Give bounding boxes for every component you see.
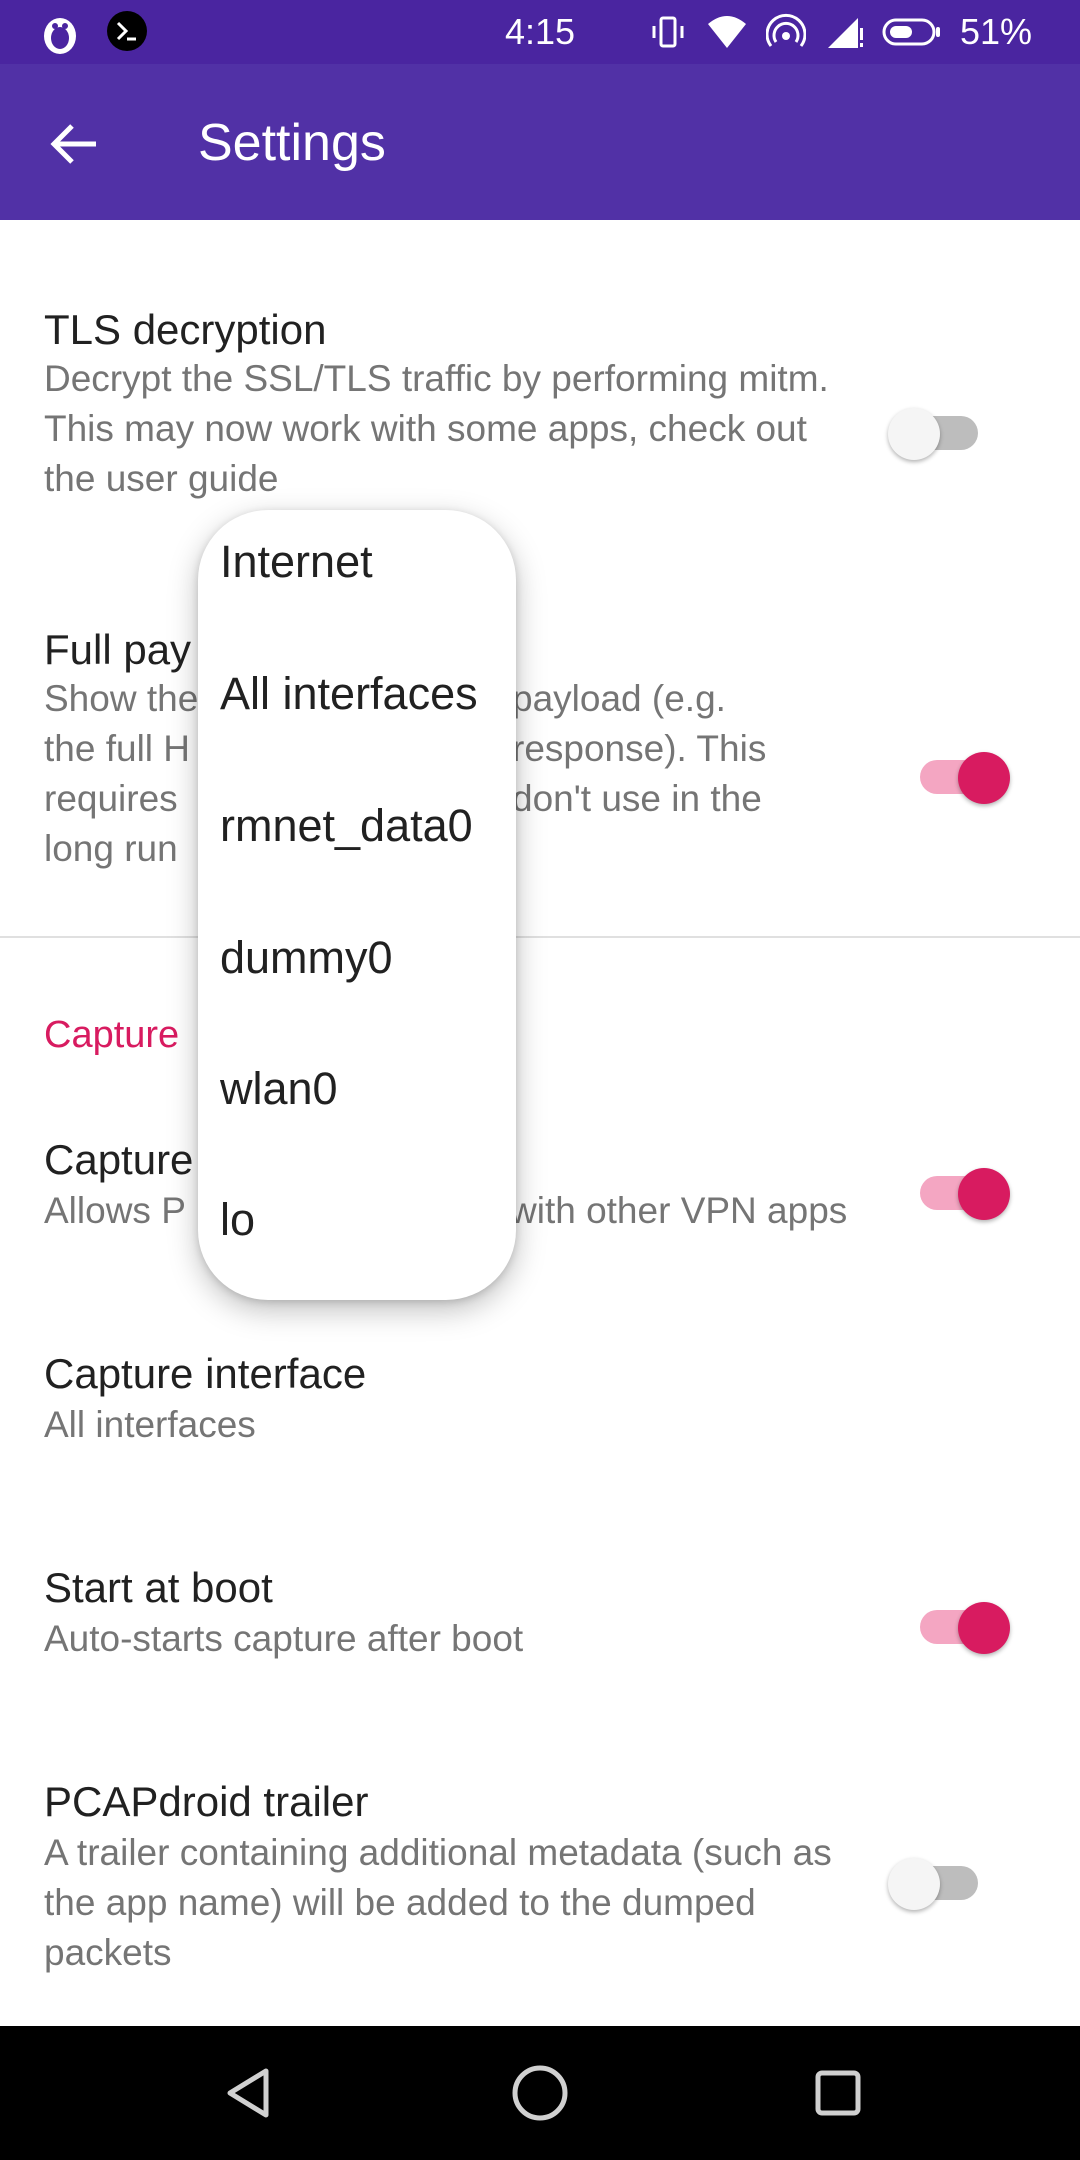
signal-icon bbox=[827, 18, 863, 48]
switch-thumb bbox=[958, 752, 1010, 804]
back-triangle-icon[interactable] bbox=[216, 2061, 280, 2125]
pref-summary: Decrypt the SSL/TLS traffic by performin… bbox=[44, 358, 829, 499]
page-title: Settings bbox=[198, 114, 386, 172]
status-time: 4:15 bbox=[505, 11, 576, 52]
back-arrow-icon[interactable] bbox=[44, 114, 104, 174]
boot-switch[interactable] bbox=[914, 1602, 1010, 1654]
battery-icon bbox=[882, 18, 940, 46]
pref-pcapdroid-trailer[interactable]: PCAPdroid trailer A trailer containing a… bbox=[0, 1772, 1080, 2002]
terminal-icon bbox=[107, 11, 147, 51]
menu-item-all-interfaces[interactable]: All interfaces bbox=[220, 666, 478, 722]
tls-switch[interactable] bbox=[888, 408, 984, 460]
settings-list: TLS decryption Decrypt the SSL/TLS traff… bbox=[0, 220, 1080, 2026]
interface-dropdown-menu: Internet All interfaces rmnet_data0 dumm… bbox=[198, 510, 516, 1300]
menu-item-lo[interactable]: lo bbox=[220, 1192, 255, 1248]
summary-line: payload (e.g. bbox=[512, 678, 726, 719]
payload-switch[interactable] bbox=[914, 752, 1010, 804]
pref-capture-interface[interactable]: Capture interface All interfaces bbox=[0, 1344, 1080, 1494]
menu-item-rmnet-data0[interactable]: rmnet_data0 bbox=[220, 798, 473, 854]
navigation-bar bbox=[0, 2026, 1080, 2160]
summary-line: don't use in the bbox=[512, 778, 762, 819]
divider bbox=[0, 936, 1080, 938]
pref-summary: All interfaces bbox=[44, 1404, 256, 1445]
trailer-switch[interactable] bbox=[888, 1858, 984, 1910]
battery-percent: 51% bbox=[959, 11, 1032, 52]
status-bar: 4:15 51% bbox=[0, 0, 1080, 64]
menu-item-internet[interactable]: Internet bbox=[220, 534, 373, 590]
switch-thumb bbox=[888, 408, 940, 460]
pref-full-payload[interactable]: Full pay Show the the full H requires lo… bbox=[0, 620, 1080, 910]
pref-summary-right: payload (e.g. response). This don't use … bbox=[512, 674, 872, 824]
pref-title: Full pay bbox=[44, 626, 192, 673]
pref-title: PCAPdroid trailer bbox=[44, 1778, 369, 1825]
summary-line: response). This bbox=[512, 728, 767, 769]
switch-thumb bbox=[958, 1168, 1010, 1220]
pref-title: Start at boot bbox=[44, 1564, 273, 1611]
pref-title: Capture bbox=[44, 1136, 194, 1183]
penguin-icon bbox=[44, 18, 76, 54]
section-header-capture: Capture bbox=[44, 1014, 180, 1056]
pref-summary: A trailer containing additional metadata… bbox=[44, 1832, 832, 1973]
pref-start-at-boot[interactable]: Start at boot Auto-starts capture after … bbox=[0, 1558, 1080, 1708]
vpn-switch[interactable] bbox=[914, 1168, 1010, 1220]
pref-tls-decryption[interactable]: TLS decryption Decrypt the SSL/TLS traff… bbox=[0, 300, 1080, 530]
home-circle-icon[interactable] bbox=[508, 2061, 572, 2125]
recents-square-icon[interactable] bbox=[806, 2061, 870, 2125]
menu-item-dummy0[interactable]: dummy0 bbox=[220, 930, 393, 986]
switch-thumb bbox=[958, 1602, 1010, 1654]
pref-title: Capture interface bbox=[44, 1350, 367, 1397]
pref-title: TLS decryption bbox=[44, 306, 327, 353]
pref-capture-vpn[interactable]: Capture Allows P with other VPN apps bbox=[0, 1130, 1080, 1280]
wifi-icon bbox=[707, 16, 746, 48]
pref-summary-left: Allows P bbox=[44, 1190, 186, 1231]
pref-summary: Auto-starts capture after boot bbox=[44, 1618, 524, 1659]
pref-summary-right: with other VPN apps bbox=[510, 1190, 848, 1231]
status-left-icons bbox=[36, 10, 148, 58]
menu-item-wlan0[interactable]: wlan0 bbox=[220, 1061, 338, 1117]
hotspot-icon bbox=[765, 13, 806, 47]
app-bar: Settings bbox=[0, 64, 1080, 220]
switch-thumb bbox=[888, 1858, 940, 1910]
status-right-icons: 51% bbox=[648, 10, 1032, 54]
vibrate-icon bbox=[652, 16, 684, 48]
